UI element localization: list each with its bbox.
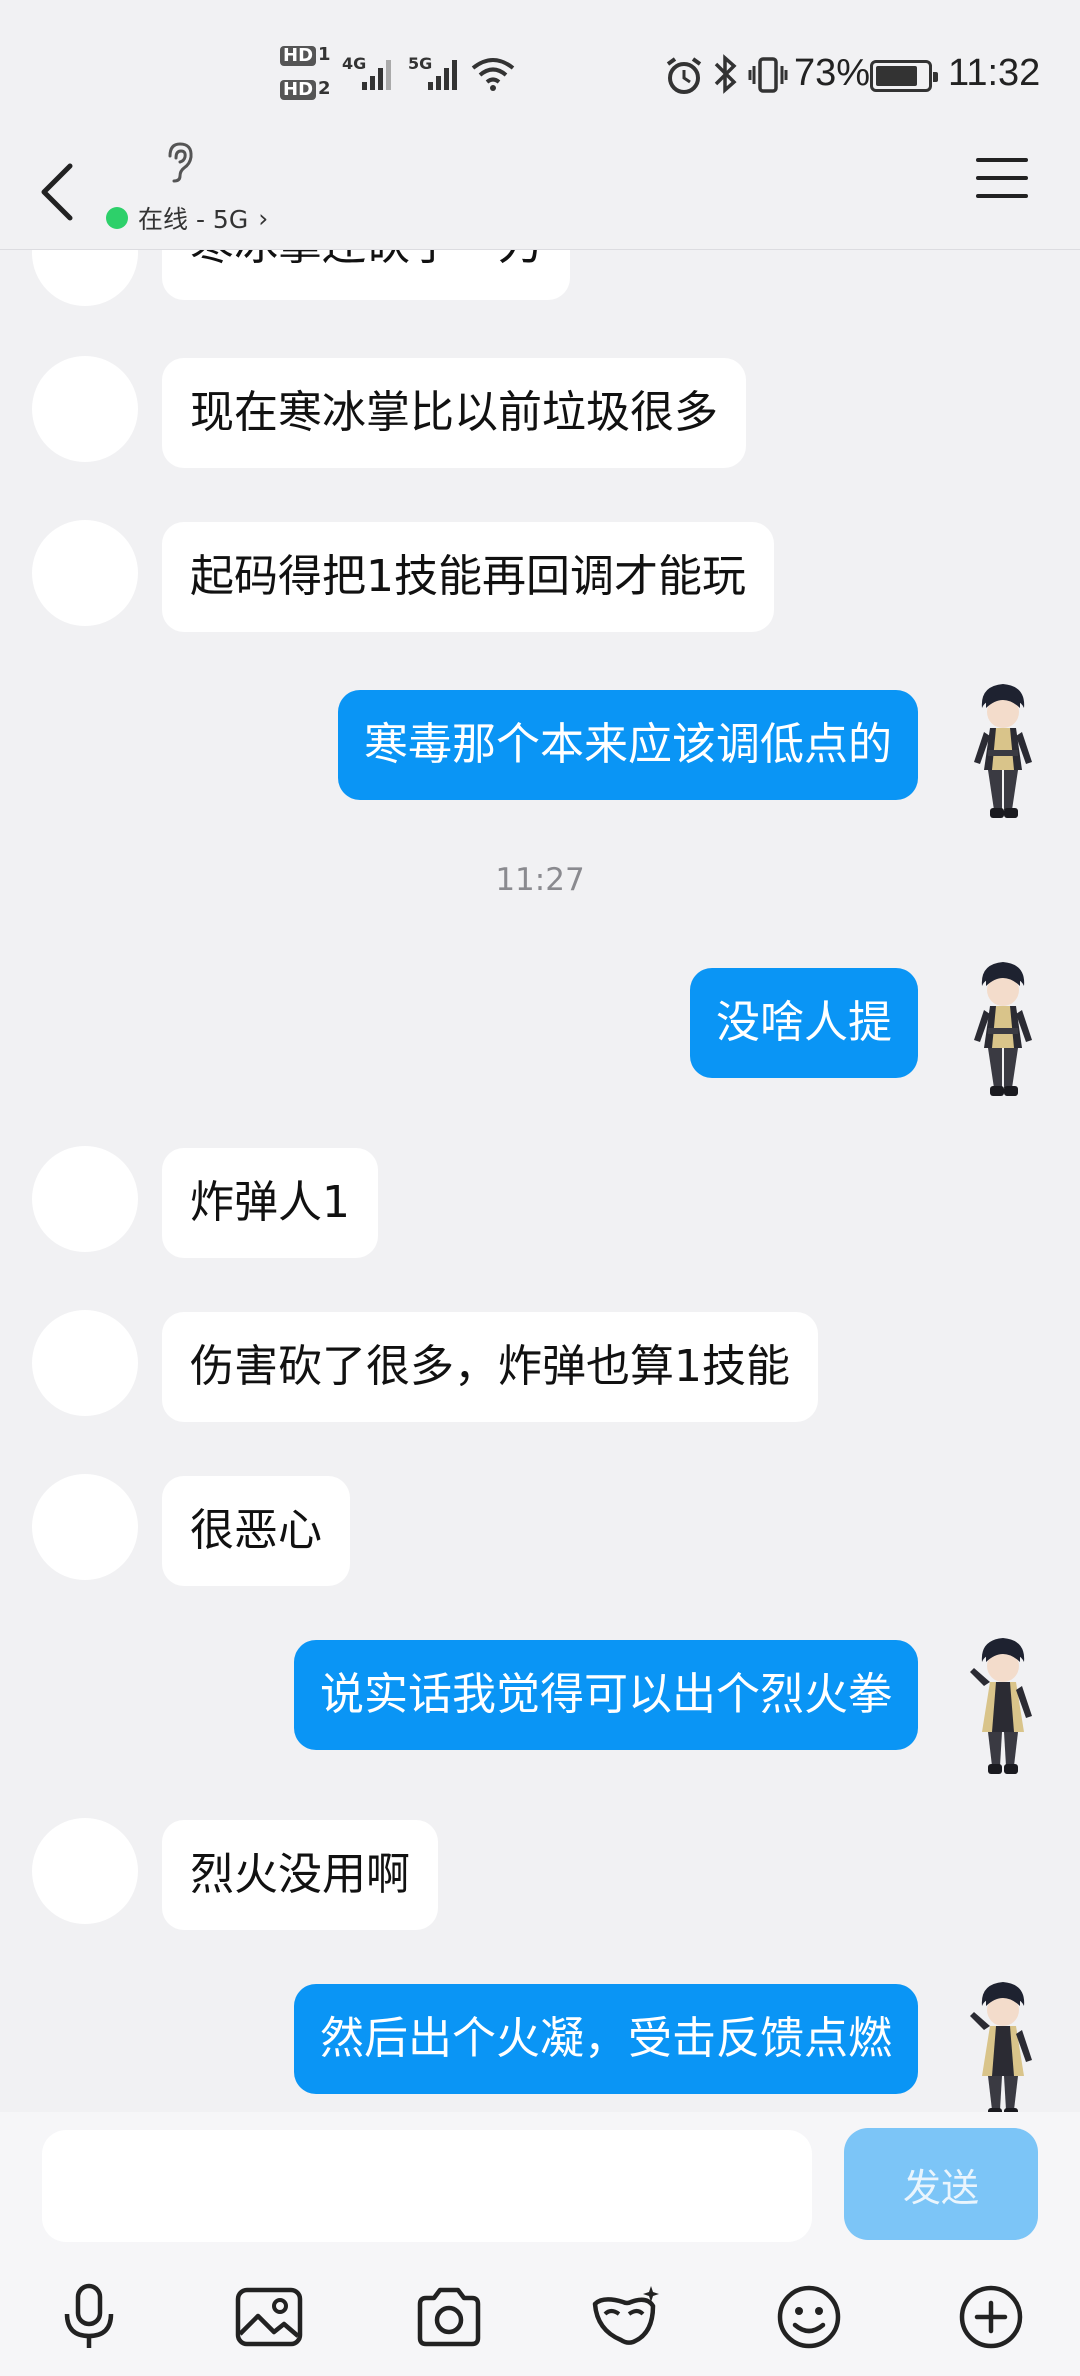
message-bubble[interactable]: 没啥人提: [690, 968, 918, 1078]
avatar[interactable]: [32, 1146, 138, 1252]
avatar[interactable]: [32, 250, 138, 306]
chat-header: 在线 - 5G ›: [0, 140, 1080, 250]
avatar[interactable]: [32, 520, 138, 626]
battery-icon: [870, 60, 938, 92]
avatar[interactable]: [32, 1474, 138, 1580]
message-bubble[interactable]: 烈火没用啊: [162, 1820, 438, 1930]
plus-icon[interactable]: [946, 2272, 1036, 2362]
battery-percent: 73%: [794, 52, 871, 94]
avatar[interactable]: [960, 678, 1046, 828]
message-bubble[interactable]: 寒冰掌还砍了一刀: [162, 250, 570, 300]
bluetooth-icon: [714, 54, 737, 94]
vibrate-icon: [748, 57, 788, 93]
online-status[interactable]: 在线 - 5G ›: [106, 200, 268, 236]
chevron-right-icon: ›: [258, 203, 269, 233]
timestamp: 11:27: [495, 862, 585, 898]
menu-icon[interactable]: [976, 158, 1028, 202]
status-bar: HD 1 HD 2 4G 5G 73% 11:32: [0, 0, 1080, 140]
sim-slot-1: 1: [318, 44, 331, 65]
message-bubble[interactable]: 寒毒那个本来应该调低点的: [338, 690, 918, 800]
avatar[interactable]: [32, 356, 138, 462]
microphone-icon[interactable]: [44, 2272, 134, 2362]
signal-icon: [362, 58, 391, 90]
image-icon[interactable]: [224, 2272, 314, 2362]
ear-icon[interactable]: [160, 140, 200, 184]
composer: 发送: [0, 2112, 1080, 2376]
hd-badge-2: HD: [280, 80, 317, 100]
camera-icon[interactable]: [404, 2272, 494, 2362]
message-bubble[interactable]: 说实话我觉得可以出个烈火拳: [294, 1640, 918, 1750]
message-list[interactable]: 寒冰掌还砍了一刀 现在寒冰掌比以前垃圾很多 起码得把1技能再回调才能玩 寒毒那个…: [0, 250, 1080, 2112]
back-icon[interactable]: [30, 150, 90, 230]
wifi-icon: [471, 58, 515, 91]
signal-icon-2: [428, 58, 457, 90]
mask-icon[interactable]: [582, 2272, 672, 2362]
hd-badge-1: HD: [280, 46, 317, 66]
emoji-icon[interactable]: [764, 2272, 854, 2362]
message-bubble[interactable]: 起码得把1技能再回调才能玩: [162, 522, 774, 632]
message-bubble[interactable]: 现在寒冰掌比以前垃圾很多: [162, 358, 746, 468]
avatar[interactable]: [32, 1310, 138, 1416]
avatar[interactable]: [960, 1976, 1046, 2112]
message-bubble[interactable]: 炸弹人1: [162, 1148, 378, 1258]
sim-slot-2: 2: [318, 78, 331, 99]
message-bubble[interactable]: 很恶心: [162, 1476, 350, 1586]
avatar[interactable]: [960, 1632, 1046, 1782]
online-status-text: 在线 - 5G: [138, 205, 249, 234]
message-input[interactable]: [42, 2130, 812, 2242]
avatar[interactable]: [32, 1818, 138, 1924]
send-button[interactable]: 发送: [844, 2128, 1038, 2240]
alarm-icon: [666, 57, 702, 94]
clock: 11:32: [948, 52, 1041, 94]
avatar[interactable]: [960, 956, 1046, 1106]
message-bubble[interactable]: 然后出个火凝，受击反馈点燃: [294, 1984, 918, 2094]
composer-toolbar: [0, 2272, 1080, 2362]
online-dot-icon: [106, 207, 128, 229]
message-bubble[interactable]: 伤害砍了很多，炸弹也算1技能: [162, 1312, 818, 1422]
